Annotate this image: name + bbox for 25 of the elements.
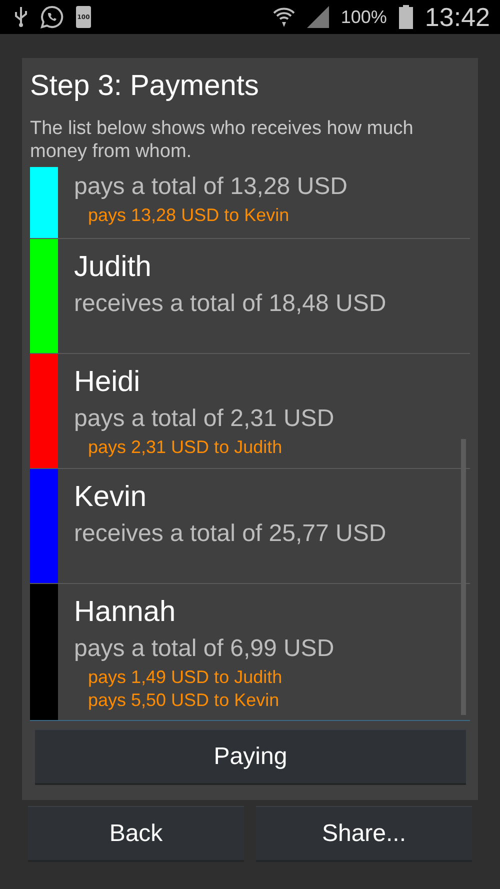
back-button[interactable]: Back [28, 806, 244, 862]
person-name: Heidi [74, 366, 142, 399]
paying-button[interactable]: Paying [35, 729, 466, 785]
description: The list below shows who receives how much money from whom. [30, 117, 414, 163]
share-button[interactable]: Share... [256, 806, 472, 862]
page-title: Step 3: Payments [30, 70, 260, 103]
total-text: pays a total of 2,31 USD [74, 405, 334, 433]
payment-text: pays 2,31 USD to Judith [88, 436, 284, 459]
battery-icon [398, 5, 413, 29]
total-text: pays a total of 13,28 USD [74, 173, 348, 201]
usb-icon [14, 6, 28, 28]
payment-text: pays 1,49 USD to Judith [88, 666, 284, 689]
person-name: Kevin [74, 481, 148, 514]
total-text: receives a total of 25,77 USD [74, 520, 386, 548]
battery-percent: 100% [340, 6, 387, 28]
total-text: receives a total of 18,48 USD [74, 290, 386, 318]
payment-text: pays 5,50 USD to Kevin [88, 689, 280, 712]
wifi-icon [272, 6, 295, 28]
person-name: Hannah [74, 596, 177, 629]
total-text: pays a total of 6,99 USD [74, 635, 334, 663]
chat-bubble-icon [40, 5, 64, 29]
clock: 13:42 [424, 2, 490, 32]
signal-icon [306, 6, 329, 28]
person-name: Judith [74, 251, 152, 284]
payment-text: pays 13,28 USD to Kevin [88, 204, 290, 227]
